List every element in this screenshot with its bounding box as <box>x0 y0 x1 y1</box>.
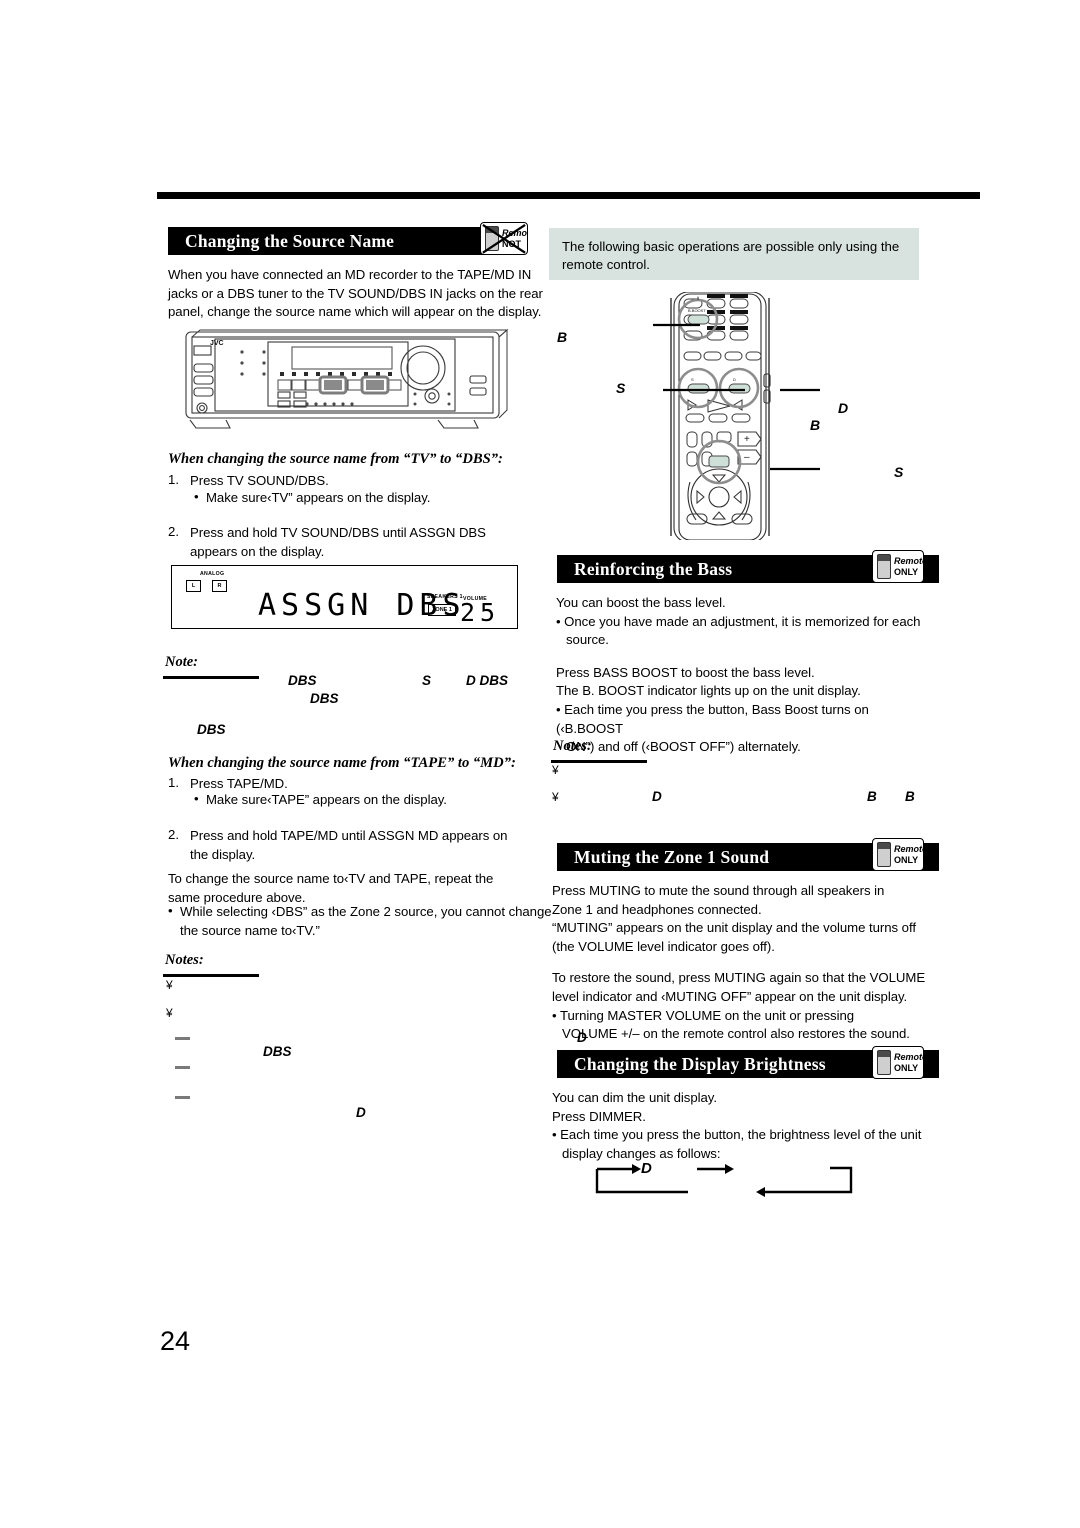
notes2-marker: ¥ <box>166 1006 173 1020</box>
remote-badge-text: Remote ONLY <box>894 556 924 577</box>
notes3-fragment: D <box>652 789 662 804</box>
section-header-changing-source-name: Changing the Source Name <box>168 227 515 255</box>
note1-fragment: DBS <box>288 673 317 688</box>
section-title: Muting the Zone 1 Sound <box>574 846 770 867</box>
remote-callout-label-b1: B <box>557 329 568 345</box>
note1-heading: Note: <box>165 654 199 670</box>
remote-callout-label-d: D <box>838 400 849 416</box>
volume-value: 25 <box>460 598 501 627</box>
notes3-fragment: B <box>867 789 877 804</box>
proc2-step1-note: Make sure‹TAPE” appears on the display. <box>206 792 447 807</box>
note1-fragment: DBS <box>197 722 226 737</box>
intro-text: When you have connected an MD recorder t… <box>168 267 543 320</box>
channel-left-indicator: L <box>186 580 201 592</box>
section-title: Changing the Source Name <box>185 230 395 251</box>
muting-stray-fragment: D <box>577 1030 587 1045</box>
note1-underline <box>163 676 259 679</box>
proc2-after-note: While selecting ‹DBS” as the Zone 2 sour… <box>180 904 552 938</box>
analog-label: ANALOG <box>200 571 225 577</box>
proc2-bullet-marker: • <box>194 791 199 806</box>
proc2-after-bullet: • <box>168 903 173 918</box>
remote-not-badge: RemoteNOT <box>480 222 528 255</box>
remote-callout-label-s2: S <box>894 464 904 480</box>
notes3-underline <box>551 760 647 763</box>
procedure1-heading: When changing the source name from “TV” … <box>168 451 503 467</box>
proc2-step2-text: Press and hold TAPE/MD until ASSGN MD ap… <box>190 828 508 862</box>
remote-callout-leaders <box>653 323 820 471</box>
proc1-step1-num: 1. <box>168 472 179 487</box>
remote-only-badge: Remote ONLY <box>872 550 924 583</box>
notes2-underline <box>163 974 259 977</box>
notes2-dash <box>175 1037 190 1040</box>
notes2-dash <box>175 1096 190 1099</box>
page-number: 24 <box>160 1326 191 1356</box>
speakers-label: SPEAKERS 1 <box>427 594 463 600</box>
channel-right-indicator: R <box>212 580 227 592</box>
brightness-flow-fragment: D <box>641 1160 652 1177</box>
proc1-step1-note: Make sure‹TV” appears on the display. <box>206 490 431 505</box>
highlighted-button-tv-sound <box>318 375 348 395</box>
notes3-heading: Notes: <box>553 738 592 754</box>
note1-fragment: D DBS <box>466 673 509 688</box>
intro-paragraph: When you have connected an MD recorder t… <box>168 266 546 322</box>
notes2-fragment: DBS <box>263 1044 292 1059</box>
manual-page: Changing the Source Name RemoteNOT When … <box>0 0 1080 1528</box>
remote-callout-label-b2: B <box>810 417 821 433</box>
callout-text: The following basic operations are possi… <box>562 239 900 273</box>
notes2-marker: ¥ <box>166 978 173 992</box>
proc1-step1-text: Press TV SOUND/DBS. <box>190 473 329 488</box>
proc2-step2-num: 2. <box>168 827 179 842</box>
notes2-dash <box>175 1066 190 1069</box>
notes3-fragment: B <box>905 789 915 804</box>
proc2-step1-num: 1. <box>168 775 179 790</box>
proc1-bullet-marker: • <box>194 489 199 504</box>
proc1-step2-text: Press and hold TV SOUND/DBS until ASSGN … <box>190 525 486 559</box>
highlighted-button-tape-md <box>360 375 390 395</box>
remote-only-callout: The following basic operations are possi… <box>549 228 919 280</box>
bass-body: You can boost the bass level. • Once you… <box>556 595 921 755</box>
top-rule <box>157 192 980 199</box>
note1-fragment: DBS <box>310 691 339 706</box>
section-title: Reinforcing the Bass <box>574 558 733 579</box>
remote-battery-icon <box>485 226 499 251</box>
remote-badge-text: Remote ONLY <box>894 844 924 865</box>
note1-fragment: S <box>422 673 432 688</box>
receiver-illustration: JVC <box>185 328 509 429</box>
remote-only-badge: Remote ONLY <box>872 1046 924 1079</box>
remote-battery-icon <box>877 1050 891 1075</box>
remote-battery-icon <box>877 554 891 579</box>
zone-indicator: ZONE 1 <box>428 604 456 616</box>
notes3-marker: ¥ <box>552 790 559 804</box>
notes2-heading: Notes: <box>165 952 204 968</box>
brightness-body: You can dim the unit display. Press DIMM… <box>552 1090 922 1161</box>
brightness-flow-diagram <box>595 1164 853 1197</box>
remote-only-badge: Remote ONLY <box>872 838 924 871</box>
proc2-after-paragraph: To change the source name to‹TV and TAPE… <box>168 871 494 905</box>
remote-battery-icon <box>877 842 891 867</box>
remote-callout-label-s1: S <box>616 380 626 396</box>
proc1-step2-num: 2. <box>168 524 179 539</box>
remote-badge-text: RemoteNOT <box>502 228 528 249</box>
svg-text:JVC: JVC <box>210 340 224 347</box>
procedure2-heading: When changing the source name from “TAPE… <box>168 755 516 771</box>
remote-badge-text: Remote ONLY <box>894 1052 924 1073</box>
muting-body: Press MUTING to mute the sound through a… <box>552 883 926 1042</box>
section-title: Changing the Display Brightness <box>574 1053 826 1074</box>
notes3-marker: ¥ <box>552 763 559 777</box>
notes2-fragment: D <box>356 1105 366 1120</box>
display-panel: ANALOG L R ASSGN DBS SPEAKERS 1 ZONE 1 V… <box>171 565 518 629</box>
